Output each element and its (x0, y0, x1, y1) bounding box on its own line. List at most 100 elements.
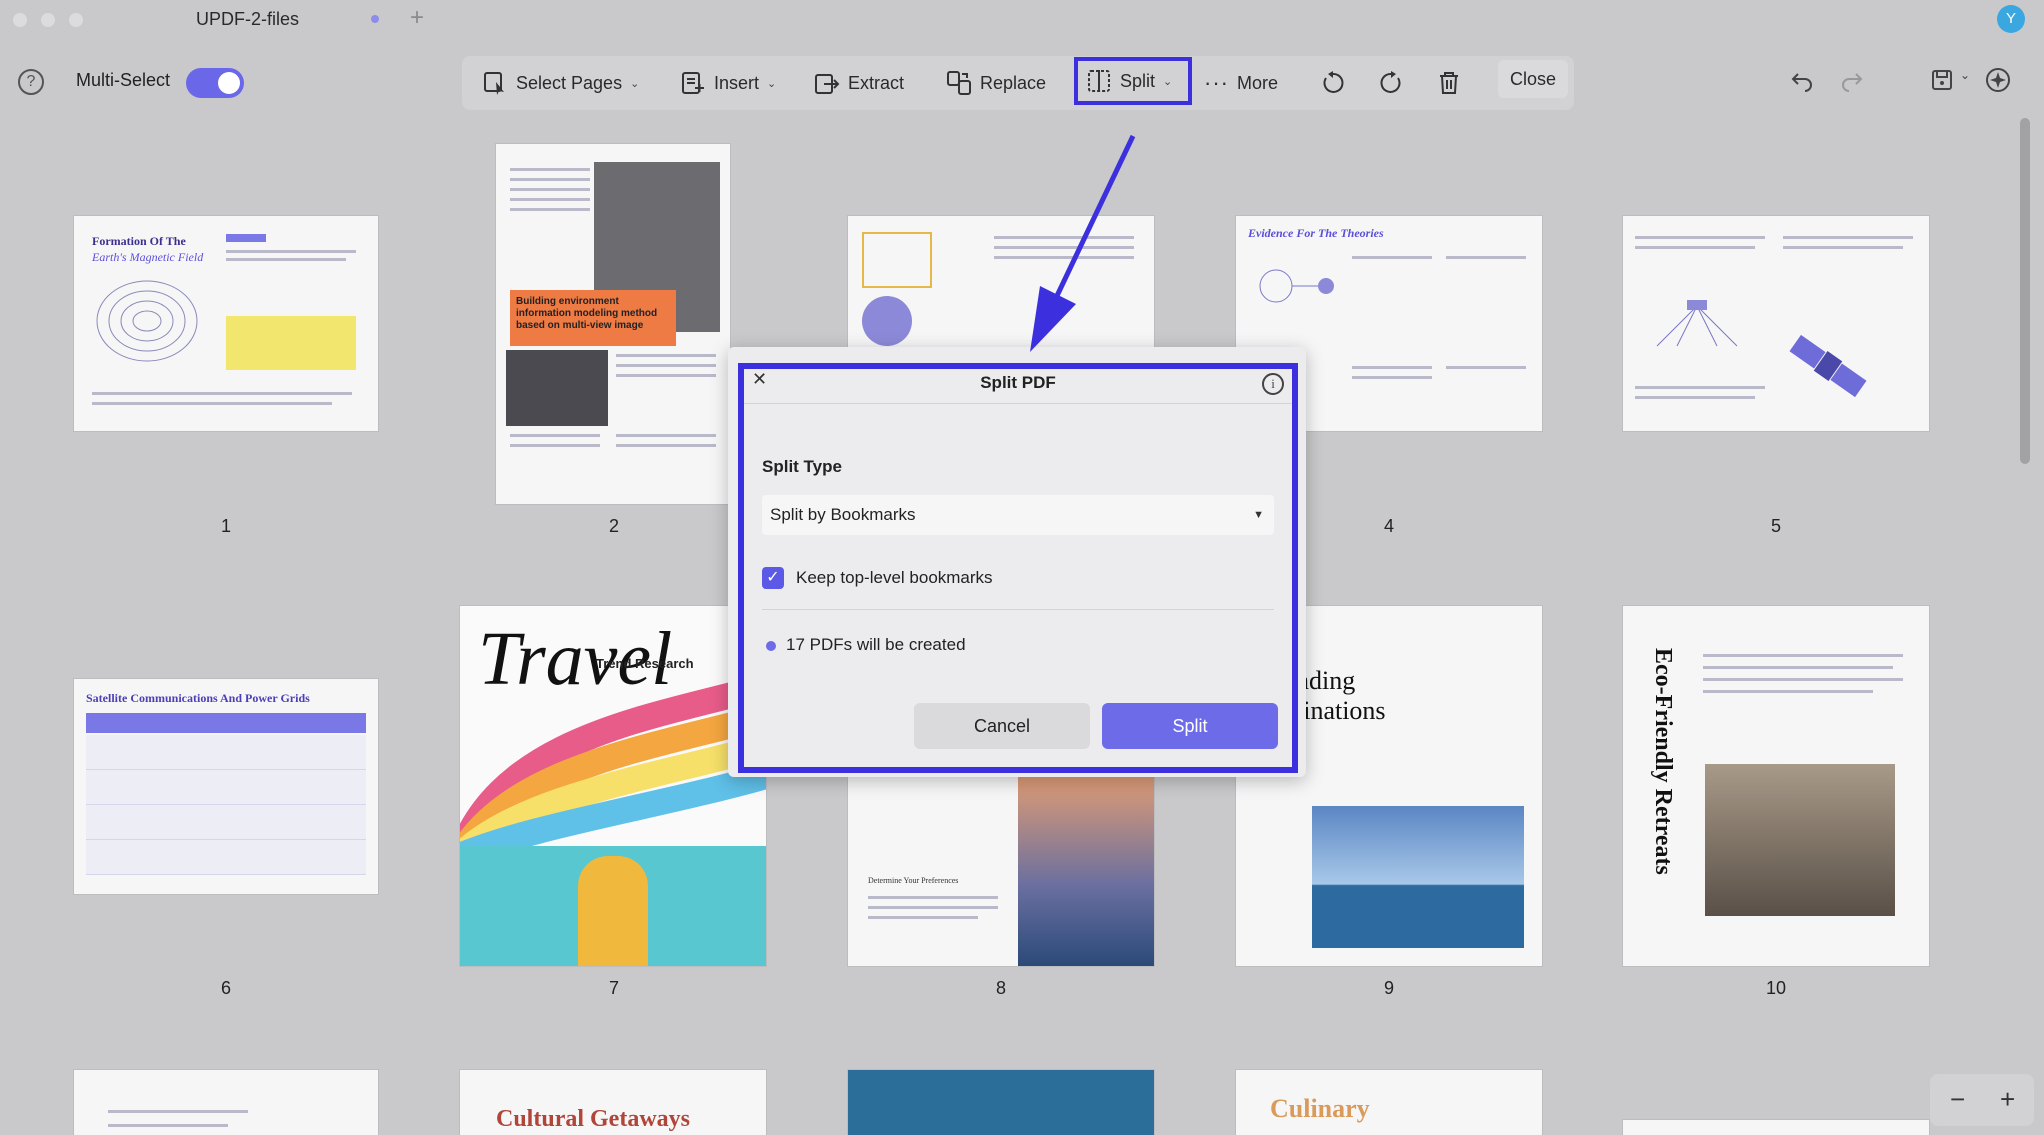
cancel-button[interactable]: Cancel (914, 703, 1090, 749)
text-line (510, 178, 590, 181)
more-label: More (1236, 72, 1278, 93)
zoom-out-button[interactable]: − (1950, 1084, 1965, 1115)
split-pdf-dialog: ✕ Split PDF i Split Type Split by Bookma… (738, 363, 1298, 773)
page-thumbnail-5[interactable] (1623, 216, 1929, 431)
text-line (1783, 236, 1913, 239)
table-header (86, 713, 366, 733)
insert-icon (682, 72, 704, 94)
page-number: 5 (1770, 516, 1781, 536)
text-line (616, 444, 716, 447)
text-line (868, 896, 998, 899)
dropdown-caret-icon: ▼ (1253, 509, 1264, 521)
page-heading: Satellite Communications And Power Grids (86, 691, 310, 705)
select-pages-button[interactable]: Select Pages ⌄ (482, 66, 639, 100)
page-thumbnail-1[interactable]: Formation Of The Earth's Magnetic Field (74, 216, 378, 431)
text-line (510, 444, 600, 447)
replace-button[interactable]: Replace (946, 66, 1046, 100)
network-diagram (1656, 300, 1738, 347)
text-line (994, 256, 1134, 259)
close-button[interactable]: Close (1498, 60, 1568, 98)
replace-icon (947, 71, 971, 95)
text-line (108, 1110, 248, 1113)
page-thumbnail-2[interactable]: Building environment information modelin… (496, 144, 730, 504)
delete-button[interactable] (1436, 66, 1462, 100)
help-icon[interactable]: ? (18, 69, 44, 95)
rotate-right-icon (1380, 71, 1401, 93)
page-thumbnail-11[interactable] (74, 1070, 378, 1135)
split-button[interactable]: Split ⌄ (1074, 57, 1192, 105)
chevron-down-icon[interactable]: ⌄ (1960, 68, 1970, 82)
text-line (1783, 246, 1903, 249)
undo-icon[interactable] (1790, 68, 1814, 92)
info-icon[interactable]: i (1262, 373, 1284, 395)
toolbar: ? Multi-Select Select Pages ⌄ Insert ⌄ E… (0, 52, 2044, 110)
extract-icon (815, 74, 840, 94)
sunset-photo (1018, 766, 1154, 966)
text-line (994, 236, 1134, 239)
result-count-text: 17 PDFs will be created (786, 635, 966, 654)
window-zoom-button[interactable] (69, 13, 83, 27)
bullet-icon (766, 641, 776, 651)
text-line (1352, 256, 1432, 259)
page-thumbnail-13[interactable] (848, 1070, 1154, 1135)
rotate-right-button[interactable] (1378, 66, 1404, 100)
text-line (510, 198, 590, 201)
text-line (616, 354, 716, 357)
scrollbar[interactable] (2020, 118, 2030, 464)
text-line (1352, 376, 1432, 379)
divider (762, 609, 1274, 610)
unsaved-dot-icon (371, 15, 379, 23)
confirm-split-button[interactable]: Split (1102, 703, 1278, 749)
text-line (1635, 396, 1755, 399)
page-thumbnail-15[interactable] (1623, 1120, 1929, 1135)
extract-button[interactable]: Extract (814, 66, 904, 100)
text-line (868, 906, 998, 909)
page-number: 6 (220, 978, 231, 998)
page-heading: Cultural Getaways (496, 1106, 690, 1132)
multi-select-label: Multi-Select (76, 70, 171, 90)
extract-label: Extract (848, 72, 905, 93)
text-line (1635, 246, 1755, 249)
table-body (86, 735, 366, 875)
rotate-left-button[interactable] (1320, 66, 1346, 100)
page-thumbnail-12[interactable]: Cultural Getaways (460, 1070, 766, 1135)
ai-assistant-icon[interactable] (1984, 66, 2012, 94)
diagram-circle (862, 296, 912, 346)
window-minimize-button[interactable] (41, 13, 55, 27)
page-heading: Building environment information modelin… (510, 290, 676, 346)
chevron-down-icon: ⌄ (630, 77, 640, 90)
page-number: 9 (1383, 978, 1394, 998)
zoom-in-button[interactable]: + (2000, 1084, 2015, 1115)
page-thumbnail-14[interactable]: Culinary (1236, 1070, 1542, 1135)
text-line (510, 208, 590, 211)
multi-select-toggle[interactable] (186, 68, 244, 98)
title-bar: UPDF-2-files + Y (0, 0, 2044, 38)
page-heading: Determine Your Preferences (868, 876, 959, 885)
chevron-down-icon: ⌄ (1163, 75, 1173, 88)
new-tab-icon[interactable]: + (410, 4, 424, 32)
user-avatar[interactable]: Y (1997, 5, 2025, 33)
insert-button[interactable]: Insert ⌄ (680, 66, 776, 100)
page-subheading: Trend Research (596, 656, 694, 671)
page-thumbnail-7[interactable]: Travel Trend Research (460, 606, 766, 966)
window-close-button[interactable] (13, 13, 27, 27)
more-button[interactable]: ··· More (1204, 66, 1278, 100)
text-line (1703, 678, 1903, 681)
text-line (92, 392, 352, 395)
page-heading: nding tinations (1296, 666, 1386, 726)
keep-bookmarks-checkbox[interactable]: ✓ (762, 567, 784, 589)
document-tab[interactable]: UPDF-2-files (196, 9, 299, 30)
text-line (1703, 666, 1893, 669)
split-label: Split (1120, 70, 1156, 91)
keep-bookmarks-label: Keep top-level bookmarks (796, 568, 993, 587)
redo-icon[interactable] (1840, 68, 1864, 92)
split-button-content: Split ⌄ (1086, 64, 1172, 98)
page-thumbnail-10[interactable]: Eco-Friendly Retreats (1623, 606, 1929, 966)
split-icon (1088, 70, 1110, 92)
trash-icon (1440, 72, 1458, 94)
split-type-select[interactable]: Split by Bookmarks ▼ (762, 495, 1274, 535)
text-line (510, 434, 600, 437)
kayak-photo (578, 856, 648, 966)
page-thumbnail-6[interactable]: Satellite Communications And Power Grids (74, 679, 378, 894)
save-icon[interactable] (1930, 68, 1954, 92)
